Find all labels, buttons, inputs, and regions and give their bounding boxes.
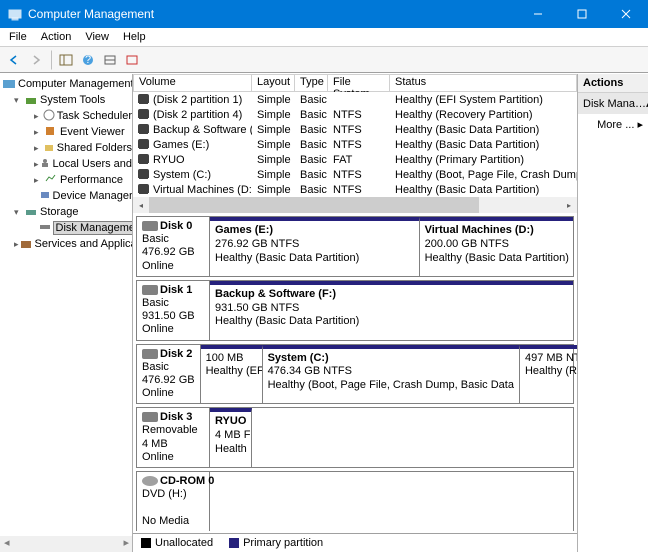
volume-row[interactable]: Virtual Machines (D:)SimpleBasicNTFSHeal…	[133, 182, 577, 197]
disk-3[interactable]: Disk 3Removable4 MBOnline RYUO4 MB FHeal…	[136, 407, 574, 468]
volume-row[interactable]: (Disk 2 partition 1)SimpleBasicHealthy (…	[133, 92, 577, 107]
titlebar: Computer Management	[0, 0, 648, 28]
forward-button[interactable]	[26, 50, 46, 70]
disk-2-part-2[interactable]: 497 MB NTFSHealthy (Recovery Par	[520, 345, 577, 404]
volume-grid-body[interactable]: (Disk 2 partition 1)SimpleBasicHealthy (…	[133, 92, 577, 197]
legend-unallocated: Unallocated	[141, 537, 213, 549]
col-layout[interactable]: Layout	[252, 74, 295, 92]
menu-view[interactable]: View	[78, 29, 116, 45]
disk-3-header: Disk 3Removable4 MBOnline	[137, 408, 210, 467]
menu-help[interactable]: Help	[116, 29, 153, 45]
col-fs[interactable]: File System	[328, 74, 390, 92]
disk-2[interactable]: Disk 2Basic476.92 GBOnline 100 MBHealthy…	[136, 344, 574, 405]
disk-2-part-0[interactable]: 100 MBHealthy (EFI Sy:	[201, 345, 263, 404]
main-panel: Volume Layout Type File System Status (D…	[133, 74, 578, 552]
volume-grid-header: Volume Layout Type File System Status	[133, 74, 577, 92]
maximize-button[interactable]	[560, 0, 604, 28]
toolbar-separator	[50, 50, 52, 70]
volume-row[interactable]: Games (E:)SimpleBasicNTFSHealthy (Basic …	[133, 137, 577, 152]
actions-disk-management[interactable]: Disk Mana…▴	[578, 93, 648, 114]
tree-event-viewer[interactable]: ▸Event Viewer	[0, 124, 132, 140]
volume-row[interactable]: Backup & Software (F:)SimpleBasicNTFSHea…	[133, 122, 577, 137]
volume-row[interactable]: RYUOSimpleBasicFATHealthy (Primary Parti…	[133, 152, 577, 167]
legend-primary: Primary partition	[229, 537, 323, 549]
disk-graphic-panel: Disk 0Basic476.92 GBOnline Games (E:)276…	[133, 213, 577, 533]
refresh-button[interactable]	[100, 50, 120, 70]
menu-action[interactable]: Action	[34, 29, 79, 45]
col-volume[interactable]: Volume	[133, 74, 252, 92]
scroll-right-icon[interactable]: ▸	[561, 197, 577, 213]
disk-3-part-0[interactable]: RYUO4 MB FHealth	[210, 408, 252, 467]
tree-shared-folders[interactable]: ▸Shared Folders	[0, 140, 132, 156]
tree-services-apps[interactable]: ▸Services and Applications	[0, 236, 132, 252]
actions-header: Actions	[578, 74, 648, 93]
app-icon	[8, 7, 22, 21]
tree-device-manager[interactable]: ▸Device Manager	[0, 188, 132, 204]
close-button[interactable]	[604, 0, 648, 28]
chevron-right-icon: ▸	[637, 119, 643, 131]
col-type[interactable]: Type	[295, 74, 328, 92]
cd-rom-0-header: CD-ROM 0DVD (H:)No Media	[137, 472, 210, 531]
disk-2-header: Disk 2Basic476.92 GBOnline	[137, 345, 201, 404]
disk-0-part-0[interactable]: Games (E:)276.92 GB NTFSHealthy (Basic D…	[210, 217, 420, 276]
window-title: Computer Management	[28, 7, 516, 21]
menu-file[interactable]: File	[2, 29, 34, 45]
tree-local-users[interactable]: ▸Local Users and Groups	[0, 156, 132, 172]
tree-scrollbar[interactable]: ◂▸	[0, 536, 133, 552]
actions-panel: Actions Disk Mana…▴ More ... ▸	[578, 74, 648, 552]
grid-scrollbar[interactable]: ◂ ▸	[133, 197, 577, 213]
col-status[interactable]: Status	[390, 74, 577, 92]
tree-root[interactable]: Computer Management (Local	[0, 76, 132, 92]
disk-0-header: Disk 0Basic476.92 GBOnline	[137, 217, 210, 276]
tree-performance[interactable]: ▸Performance	[0, 172, 132, 188]
disk-1-part-0[interactable]: Backup & Software (F:)931.50 GB NTFSHeal…	[210, 281, 573, 340]
tree-panel[interactable]: Computer Management (Local ▾System Tools…	[0, 74, 133, 552]
disk-1-header: Disk 1Basic931.50 GBOnline	[137, 281, 210, 340]
legend: Unallocated Primary partition	[133, 533, 577, 552]
tree-disk-management[interactable]: ▸Disk Management	[0, 220, 132, 236]
back-button[interactable]	[4, 50, 24, 70]
disk-1[interactable]: Disk 1Basic931.50 GBOnline Backup & Soft…	[136, 280, 574, 341]
tree-system-tools[interactable]: ▾System Tools	[0, 92, 132, 108]
show-hide-button[interactable]	[56, 50, 76, 70]
cd-rom-0[interactable]: CD-ROM 0DVD (H:)No Media	[136, 471, 574, 531]
disk-0[interactable]: Disk 0Basic476.92 GBOnline Games (E:)276…	[136, 216, 574, 277]
disk-2-part-1[interactable]: System (C:)476.34 GB NTFSHealthy (Boot, …	[263, 345, 520, 404]
disk-0-part-1[interactable]: Virtual Machines (D:)200.00 GB NTFSHealt…	[420, 217, 573, 276]
actions-more[interactable]: More ... ▸	[578, 114, 648, 135]
help-button[interactable]: ?	[78, 50, 98, 70]
tree-storage[interactable]: ▾Storage	[0, 204, 132, 220]
svg-text:?: ?	[85, 54, 91, 66]
tree-task-scheduler[interactable]: ▸Task Scheduler	[0, 108, 132, 124]
scroll-left-icon[interactable]: ◂	[133, 197, 149, 213]
volume-row[interactable]: (Disk 2 partition 4)SimpleBasicNTFSHealt…	[133, 107, 577, 122]
minimize-button[interactable]	[516, 0, 560, 28]
list-button[interactable]	[122, 50, 142, 70]
menubar: File Action View Help	[0, 28, 648, 47]
toolbar: ?	[0, 47, 648, 73]
volume-row[interactable]: System (C:)SimpleBasicNTFSHealthy (Boot,…	[133, 167, 577, 182]
